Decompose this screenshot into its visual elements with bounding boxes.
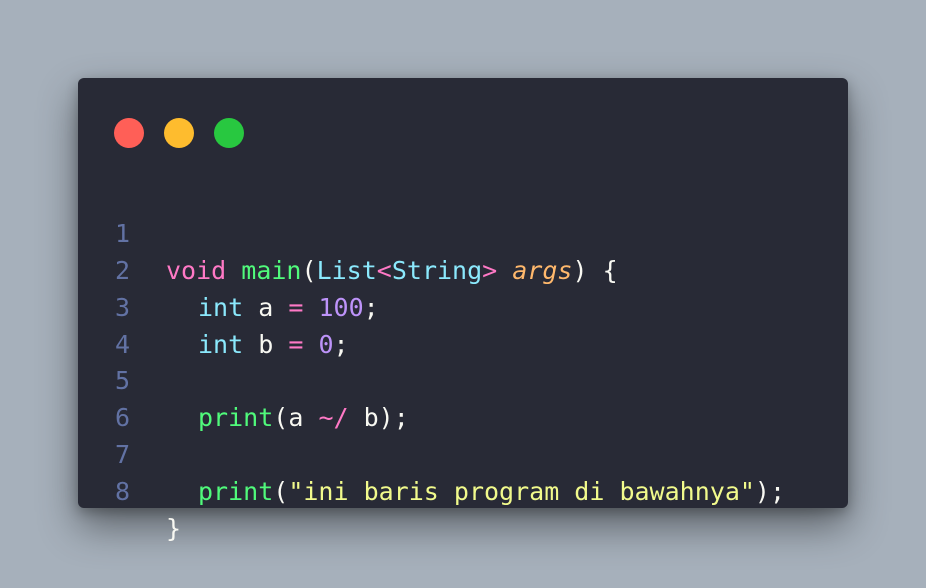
code-line: 1 void main(List<String> args) {: [78, 179, 848, 285]
window-controls: [114, 118, 244, 148]
function-token: print: [198, 477, 274, 507]
code-block: 1 void main(List<String> args) { 2 int a…: [78, 179, 848, 543]
punct-token: );: [754, 477, 786, 507]
code-line: 4: [78, 290, 848, 359]
maximize-dot-icon[interactable]: [214, 118, 244, 148]
close-dot-icon[interactable]: [114, 118, 144, 148]
code-line: 8 }: [78, 437, 848, 543]
code-line: 5 print(a ~/ b);: [78, 327, 848, 432]
code-line: 3 int b = 0;: [78, 253, 848, 359]
punct-token: }: [166, 514, 182, 544]
code-text: }: [166, 511, 181, 548]
code-line: 2 int a = 100;: [78, 216, 848, 322]
minimize-dot-icon[interactable]: [164, 118, 194, 148]
code-line: 6: [78, 363, 848, 432]
punct-token: (: [273, 477, 289, 507]
code-window: 1 void main(List<String> args) { 2 int a…: [78, 78, 848, 543]
code-text: print("ini baris program di bawahnya");: [166, 474, 785, 511]
line-number: 8: [114, 477, 130, 507]
string-token: "ini baris program di bawahnya": [288, 477, 755, 507]
code-line: 7 print("ini baris program di bawahnya")…: [78, 400, 848, 506]
